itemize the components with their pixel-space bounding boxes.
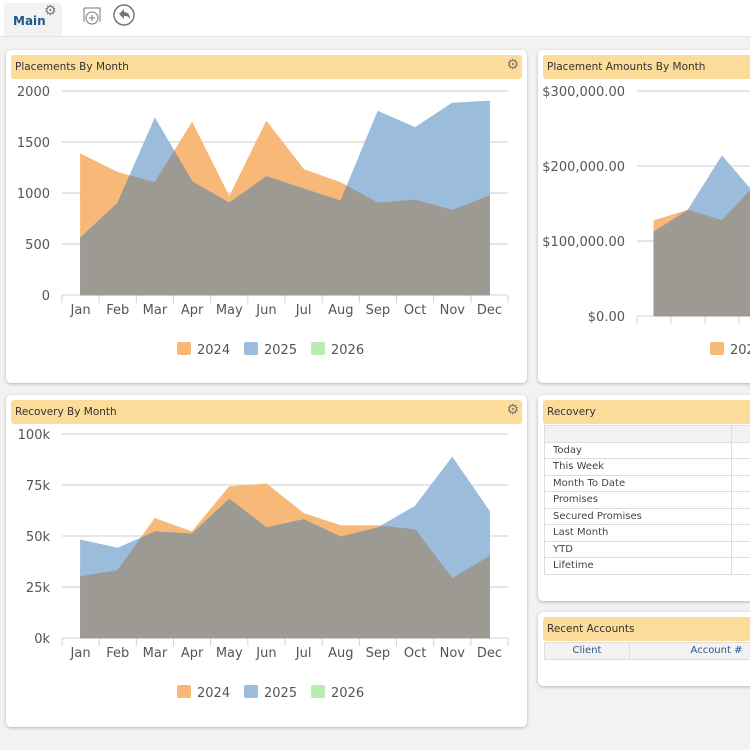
table-row: Today <box>544 441 750 459</box>
x-tick-label: Mar <box>143 646 168 661</box>
recovery-table: Today This Week Month To Date Promises Secur… <box>544 425 750 575</box>
x-tick-label: May <box>216 303 243 318</box>
legend-label-2024: 2024 <box>730 343 750 358</box>
x-tick-label: Feb <box>106 303 129 318</box>
y-tick-label: $0.00 <box>588 310 625 325</box>
panel-title: Recovery <box>547 406 596 418</box>
row-label: Today <box>544 441 732 459</box>
legend-label-2026: 2026 <box>331 343 364 358</box>
legend-swatch-2025 <box>244 342 258 355</box>
table-row: Secured Promises <box>544 507 750 525</box>
row-label: This Week <box>544 458 732 476</box>
tab-main-label: Main <box>13 14 46 28</box>
x-tick-label: Feb <box>106 646 129 661</box>
placements-chart: 0 500 1000 1500 2000 Jan Feb Mar Apr May Jun Jul Aug… <box>17 85 509 358</box>
table-row: Promises <box>544 491 750 509</box>
x-tick-label: Apr <box>181 646 204 661</box>
y-tick-label: 100k <box>18 428 51 443</box>
y-tick-label: $200,000.00 <box>542 160 625 175</box>
legend-label-2024: 2024 <box>197 343 230 358</box>
y-tick-label: 1500 <box>17 136 50 151</box>
recovery-panel: Recovery Today This Week Month To Date Prom… <box>538 395 750 601</box>
row-value <box>731 557 750 575</box>
x-tick-label: Apr <box>181 303 204 318</box>
legend-label-2026: 2026 <box>331 686 364 701</box>
y-tick-label: 75k <box>26 479 51 494</box>
row-label: Lifetime <box>544 557 732 575</box>
y-tick-label: 0 <box>42 289 50 304</box>
y-tick-label: 50k <box>26 530 51 545</box>
tab-main[interactable]: Main ⚙ <box>4 3 62 36</box>
table-row: Lifetime <box>544 557 750 575</box>
recent-accounts-panel: Recent Accounts Client Account # <box>538 612 750 686</box>
amounts-chart: $0.00 $100,000.00 $200,000.00 $300,000.00 20… <box>542 85 750 358</box>
row-value <box>731 458 750 476</box>
legend-label-2025: 2025 <box>264 686 297 701</box>
row-label: Last Month <box>544 524 732 542</box>
x-tick-label: Jul <box>295 303 312 318</box>
x-tick-label: Aug <box>328 303 353 318</box>
y-tick-label: 2000 <box>17 85 50 100</box>
x-tick-label: Dec <box>477 646 502 661</box>
column-header-account[interactable]: Account # <box>629 642 750 660</box>
x-tick-label: Sep <box>366 303 391 318</box>
table-row: YTD <box>544 540 750 558</box>
row-value <box>731 474 750 492</box>
recent-accounts-table: Client Account # <box>544 642 750 660</box>
x-tick-label: Jun <box>255 303 276 318</box>
row-value <box>731 441 750 459</box>
y-tick-label: 500 <box>25 238 50 253</box>
table-row: Month To Date <box>544 474 750 492</box>
recovery-chart: 0k 25k 50k 75k 100k Jan Feb Mar Apr May Jun Jul Aug S… <box>18 428 509 701</box>
x-tick-label: Jul <box>295 646 312 661</box>
column-header-client[interactable]: Client <box>544 642 630 660</box>
x-tick-label: May <box>216 646 243 661</box>
panel-title: Recent Accounts <box>547 623 635 635</box>
row-label: Promises <box>544 491 732 509</box>
row-label: YTD <box>544 540 732 558</box>
gear-icon[interactable]: ⚙ <box>44 3 57 19</box>
row-label: Secured Promises <box>544 507 732 525</box>
x-tick-label: Sep <box>366 646 391 661</box>
row-value <box>731 540 750 558</box>
undo-icon[interactable] <box>112 3 136 27</box>
legend-swatch-2024 <box>710 342 724 355</box>
legend-swatch-2026 <box>311 685 325 698</box>
x-tick-label: Oct <box>404 646 426 661</box>
placements-panel: Placements By Month ⚙ 0 500 1000 1500 2000 Ja… <box>6 50 527 383</box>
legend-swatch-2024 <box>177 342 191 355</box>
row-value <box>731 491 750 509</box>
y-tick-label: 1000 <box>17 187 50 202</box>
legend-swatch-2025 <box>244 685 258 698</box>
legend-swatch-2024 <box>177 685 191 698</box>
top-toolbar: Main ⚙ <box>0 0 750 37</box>
recovery-chart-panel: Recovery By Month ⚙ 0k 25k 50k 75k 100k Jan Fe… <box>6 395 527 727</box>
amounts-panel: Placement Amounts By Month $0.00 $100,000… <box>538 50 750 383</box>
y-tick-label: $100,000.00 <box>542 235 625 250</box>
x-tick-label: Aug <box>328 646 353 661</box>
x-tick-label: Jan <box>70 303 91 318</box>
y-tick-label: $300,000.00 <box>542 85 625 100</box>
legend-label-2025: 2025 <box>264 343 297 358</box>
add-widget-icon[interactable] <box>80 5 104 27</box>
x-tick-label: Jun <box>255 646 276 661</box>
x-tick-label: Mar <box>143 303 168 318</box>
x-tick-label: Dec <box>477 303 502 318</box>
legend-swatch-2026 <box>311 342 325 355</box>
table-row: Last Month <box>544 524 750 542</box>
row-value <box>731 524 750 542</box>
y-tick-label: 25k <box>26 581 51 596</box>
x-tick-label: Nov <box>440 646 466 661</box>
row-value <box>731 507 750 525</box>
legend-label-2024: 2024 <box>197 686 230 701</box>
x-tick-label: Oct <box>404 303 426 318</box>
row-label: Month To Date <box>544 474 732 492</box>
x-tick-label: Nov <box>440 303 466 318</box>
x-tick-label: Jan <box>70 646 91 661</box>
y-tick-label: 0k <box>34 632 50 647</box>
table-row: This Week <box>544 458 750 476</box>
